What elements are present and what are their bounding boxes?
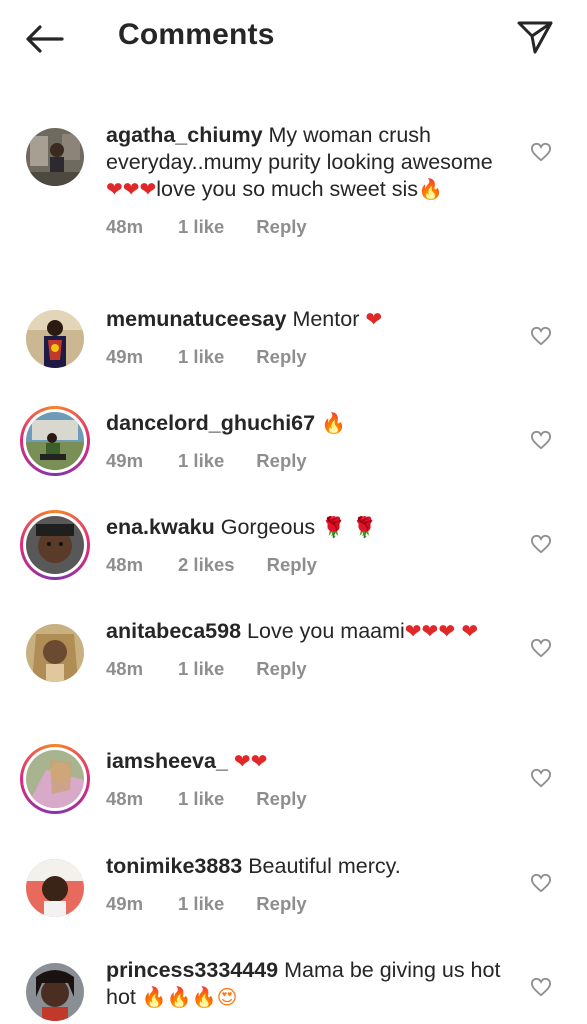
comment-meta: 49m 1 like Reply [106, 345, 506, 369]
avatar[interactable] [24, 126, 86, 188]
heart-outline-icon [530, 873, 552, 893]
comment-time: 48m [106, 788, 144, 809]
comment-likes[interactable]: 1 like [178, 216, 224, 238]
comment-likes[interactable]: 2 likes [178, 554, 235, 576]
reply-button[interactable]: Reply [256, 788, 306, 810]
like-button[interactable] [528, 531, 554, 557]
comment-body: Love you maami [247, 619, 405, 643]
avatar[interactable] [24, 622, 86, 684]
comment-text: princess3334449 Mama be giving us hot ho… [106, 957, 506, 1011]
like-button[interactable] [528, 427, 554, 453]
rose-emoji: 🌹 🌹 [321, 515, 378, 539]
like-button[interactable] [528, 870, 554, 896]
fire-emoji: 🔥 [321, 411, 346, 435]
comment-meta: 48m 1 like Reply [106, 657, 506, 681]
like-button[interactable] [528, 974, 554, 1000]
heart-emoji: ❤❤❤ [106, 177, 157, 201]
comment-username[interactable]: ena.kwaku [106, 515, 215, 539]
comment-username[interactable]: anitabeca598 [106, 619, 241, 643]
heart-emoji: ❤❤❤ ❤ [404, 619, 479, 643]
comment-body: Gorgeous [220, 515, 316, 539]
reply-button[interactable]: Reply [256, 346, 306, 368]
like-button[interactable] [528, 323, 554, 349]
heart-emoji: ❤❤ [233, 749, 268, 773]
comment-username[interactable]: dancelord_ghuchi67 [106, 411, 315, 435]
avatar-with-story-ring[interactable] [20, 744, 90, 814]
like-button[interactable] [528, 765, 554, 791]
heart-emoji: ❤ [365, 307, 383, 331]
comment-text: memunatuceesay Mentor ❤ [106, 306, 506, 333]
like-button[interactable] [528, 635, 554, 661]
comment-text: ena.kwaku Gorgeous 🌹 🌹 [106, 514, 506, 541]
comment-likes[interactable]: 1 like [178, 893, 224, 915]
reply-button[interactable]: Reply [256, 216, 306, 238]
avatar[interactable] [24, 857, 86, 919]
comment-text: tonimike3883 Beautiful mercy. [106, 853, 506, 880]
comment-body-continued: love you so much sweet sis [156, 177, 418, 201]
comment-text: anitabeca598 Love you maami❤❤❤ ❤ [106, 618, 506, 645]
comment-meta: 48m 1 like Reply [106, 787, 506, 811]
like-button[interactable] [528, 139, 554, 165]
comment-likes[interactable]: 1 like [178, 788, 224, 810]
fire-emoji: 🔥 [417, 177, 443, 201]
heart-outline-icon [530, 326, 552, 346]
comment-username[interactable]: tonimike3883 [106, 854, 242, 878]
fire-emoji: 🔥🔥🔥😍 [141, 985, 238, 1009]
avatar[interactable] [24, 961, 86, 1023]
comment-time: 49m [106, 346, 144, 367]
comment-text: dancelord_ghuchi67 🔥 [106, 410, 506, 437]
comment-meta: 49m 1 like Reply [106, 449, 506, 473]
avatar-with-story-ring[interactable] [20, 406, 90, 476]
heart-outline-icon [530, 430, 552, 450]
comment-time: 48m [106, 554, 144, 575]
comment-body: Mentor [292, 307, 360, 331]
comment-meta: 49m 1 like Reply [106, 892, 506, 916]
heart-outline-icon [530, 638, 552, 658]
heart-outline-icon [530, 768, 552, 788]
comment-meta: 48m 2 likes Reply [106, 553, 506, 577]
comment-time: 49m [106, 893, 144, 914]
comment-username[interactable]: agatha_chiumy [106, 123, 263, 147]
reply-button[interactable]: Reply [267, 554, 317, 576]
comment-body: Beautiful mercy. [248, 854, 401, 878]
avatar-with-story-ring[interactable] [20, 510, 90, 580]
comment-time: 48m [106, 658, 144, 679]
comment-time: 48m [106, 216, 144, 237]
comment-likes[interactable]: 1 like [178, 450, 224, 472]
comment-likes[interactable]: 1 like [178, 346, 224, 368]
heart-outline-icon [530, 142, 552, 162]
comment-likes[interactable]: 1 like [178, 658, 224, 680]
avatar[interactable] [24, 308, 86, 370]
comment-text: agatha_chiumy My woman crush everyday..m… [106, 122, 506, 203]
comment-username[interactable]: iamsheeva_ [106, 749, 228, 773]
comment-time: 49m [106, 450, 144, 471]
heart-outline-icon [530, 977, 552, 997]
comment-username[interactable]: princess3334449 [106, 958, 278, 982]
comment-meta: 48m 1 like Reply [106, 215, 506, 239]
heart-outline-icon [530, 534, 552, 554]
reply-button[interactable]: Reply [256, 893, 306, 915]
comment-username[interactable]: memunatuceesay [106, 307, 286, 331]
comments-list: agatha_chiumy My woman crush everyday..m… [0, 0, 587, 1024]
reply-button[interactable]: Reply [256, 450, 306, 472]
comment-text: iamsheeva_ ❤❤ [106, 748, 506, 775]
reply-button[interactable]: Reply [256, 658, 306, 680]
